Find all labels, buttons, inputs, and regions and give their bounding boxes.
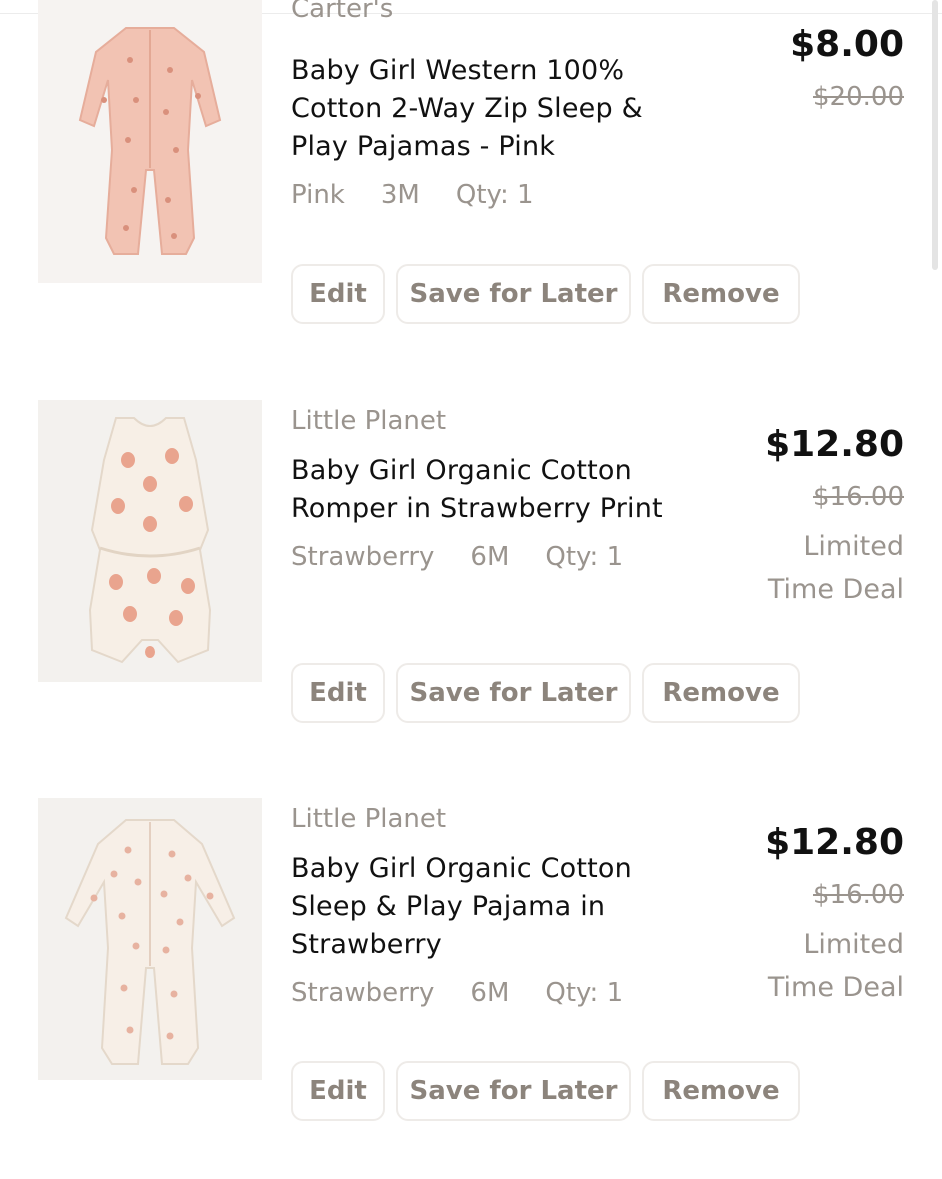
item-meta: Pink 3M Qty: 1 [291,178,570,212]
save-for-later-button[interactable]: Save for Later [396,264,631,324]
save-for-later-button[interactable]: Save for Later [396,663,631,723]
strawberry-sleeper-image[interactable] [38,798,262,1080]
item-title[interactable]: Baby Girl Organic Cotton Romper in Straw… [291,452,691,528]
cart-item: Carter's Baby Girl Western 100% Cotton 2… [0,0,942,360]
remove-button[interactable]: Remove [642,264,800,324]
item-qty: Qty: 1 [455,180,534,210]
item-meta: Strawberry 6M Qty: 1 [291,540,659,574]
remove-button[interactable]: Remove [642,663,800,723]
item-original-price: $16.00 [813,482,904,512]
item-actions: Edit Save for Later Remove [291,1061,800,1121]
pink-sleeper-image[interactable] [38,0,262,283]
item-actions: Edit Save for Later Remove [291,663,800,723]
item-color: Pink [291,180,345,210]
cart-item: Little Planet Baby Girl Organic Cotton R… [0,400,942,760]
edit-button[interactable]: Edit [291,663,385,723]
cart-item: Little Planet Baby Girl Organic Cotton S… [0,798,942,1158]
item-color: Strawberry [291,978,435,1008]
deal-badge: Limited Time Deal [767,929,904,1003]
save-for-later-button[interactable]: Save for Later [396,1061,631,1121]
item-brand: Little Planet [291,406,447,436]
item-brand: Little Planet [291,804,447,834]
item-brand: Carter's [291,0,394,24]
item-original-price: $20.00 [813,82,904,112]
item-price: $12.80 [765,424,904,465]
item-size: 6M [470,978,510,1008]
remove-button[interactable]: Remove [642,1061,800,1121]
item-qty: Qty: 1 [545,978,624,1008]
item-qty: Qty: 1 [545,542,624,572]
edit-button[interactable]: Edit [291,264,385,324]
strawberry-romper-image[interactable] [38,400,262,682]
item-price: $8.00 [790,24,904,65]
item-meta: Strawberry 6M Qty: 1 [291,976,659,1010]
edit-button[interactable]: Edit [291,1061,385,1121]
item-actions: Edit Save for Later Remove [291,264,800,324]
item-size: 3M [380,180,420,210]
item-size: 6M [470,542,510,572]
deal-badge: Limited Time Deal [767,531,904,605]
item-title[interactable]: Baby Girl Organic Cotton Sleep & Play Pa… [291,850,691,964]
item-price: $12.80 [765,822,904,863]
item-title[interactable]: Baby Girl Western 100% Cotton 2-Way Zip … [291,52,691,166]
item-original-price: $16.00 [813,880,904,910]
item-color: Strawberry [291,542,435,572]
